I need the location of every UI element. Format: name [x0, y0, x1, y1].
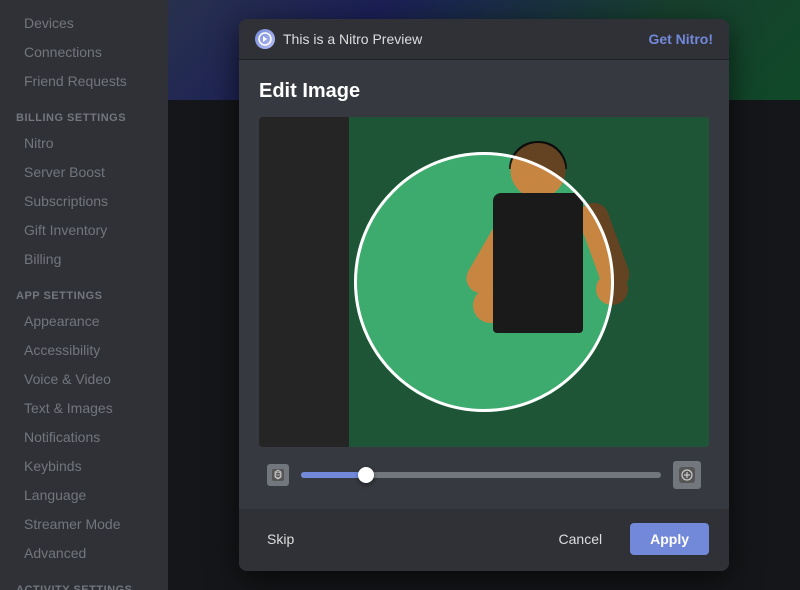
right-hand	[596, 273, 628, 305]
modal-footer: Skip Cancel Apply	[239, 509, 729, 571]
sidebar-item-devices[interactable]: Devices	[8, 9, 160, 37]
app-section-label: APP SETTINGS	[0, 274, 168, 306]
nitro-preview-text: This is a Nitro Preview	[283, 31, 422, 47]
sidebar-item-connections[interactable]: Connections	[8, 38, 160, 66]
modal-body: Edit Image	[239, 60, 729, 509]
sidebar-item-subscriptions[interactable]: Subscriptions	[8, 187, 160, 215]
zoom-slider-row	[259, 447, 709, 493]
sidebar-item-accessibility[interactable]: Accessibility	[8, 336, 160, 364]
sidebar-item-nitro[interactable]: Nitro	[8, 129, 160, 157]
sidebar-item-keybinds[interactable]: Keybinds	[8, 452, 160, 480]
sidebar-item-streamer-mode[interactable]: Streamer Mode	[8, 510, 160, 538]
dark-strip-left	[259, 117, 358, 447]
zoom-in-icon	[673, 461, 701, 489]
sidebar-item-friend-requests[interactable]: Friend Requests	[8, 67, 160, 95]
person-head	[511, 143, 566, 198]
skip-button[interactable]: Skip	[259, 525, 302, 553]
footer-right: Cancel Apply	[543, 523, 709, 555]
main-content: This is a Nitro Preview Get Nitro! Edit …	[168, 0, 800, 590]
modal-title: Edit Image	[259, 80, 709, 103]
edit-image-modal: This is a Nitro Preview Get Nitro! Edit …	[239, 19, 729, 571]
slider-thumb[interactable]	[358, 467, 374, 483]
slider-fill	[301, 472, 366, 478]
person-body	[493, 193, 583, 333]
sidebar-item-language[interactable]: Language	[8, 481, 160, 509]
sidebar-item-notifications[interactable]: Notifications	[8, 423, 160, 451]
sidebar-item-billing[interactable]: Billing	[8, 245, 160, 273]
nitro-preview-bar: This is a Nitro Preview Get Nitro!	[239, 19, 729, 60]
activity-section-label: ACTIVITY SETTINGS	[0, 568, 168, 590]
image-editor[interactable]	[259, 117, 709, 447]
zoom-out-icon	[267, 464, 289, 486]
apply-button[interactable]: Apply	[630, 523, 709, 555]
sidebar-item-gift-inventory[interactable]: Gift Inventory	[8, 216, 160, 244]
sidebar-item-server-boost[interactable]: Server Boost	[8, 158, 160, 186]
zoom-slider-track[interactable]	[301, 472, 661, 478]
sidebar-item-voice-video[interactable]: Voice & Video	[8, 365, 160, 393]
sidebar: Devices Connections Friend Requests BILL…	[0, 0, 168, 590]
nitro-icon	[255, 29, 275, 49]
sidebar-item-advanced[interactable]: Advanced	[8, 539, 160, 567]
modal-backdrop: This is a Nitro Preview Get Nitro! Edit …	[168, 0, 800, 590]
get-nitro-link[interactable]: Get Nitro!	[648, 31, 713, 47]
billing-section-label: BILLING SETTINGS	[0, 96, 168, 128]
sidebar-item-text-images[interactable]: Text & Images	[8, 394, 160, 422]
person-figure	[448, 143, 628, 443]
sidebar-item-appearance[interactable]: Appearance	[8, 307, 160, 335]
cancel-button[interactable]: Cancel	[543, 523, 619, 555]
nitro-bar-left: This is a Nitro Preview	[255, 29, 422, 49]
